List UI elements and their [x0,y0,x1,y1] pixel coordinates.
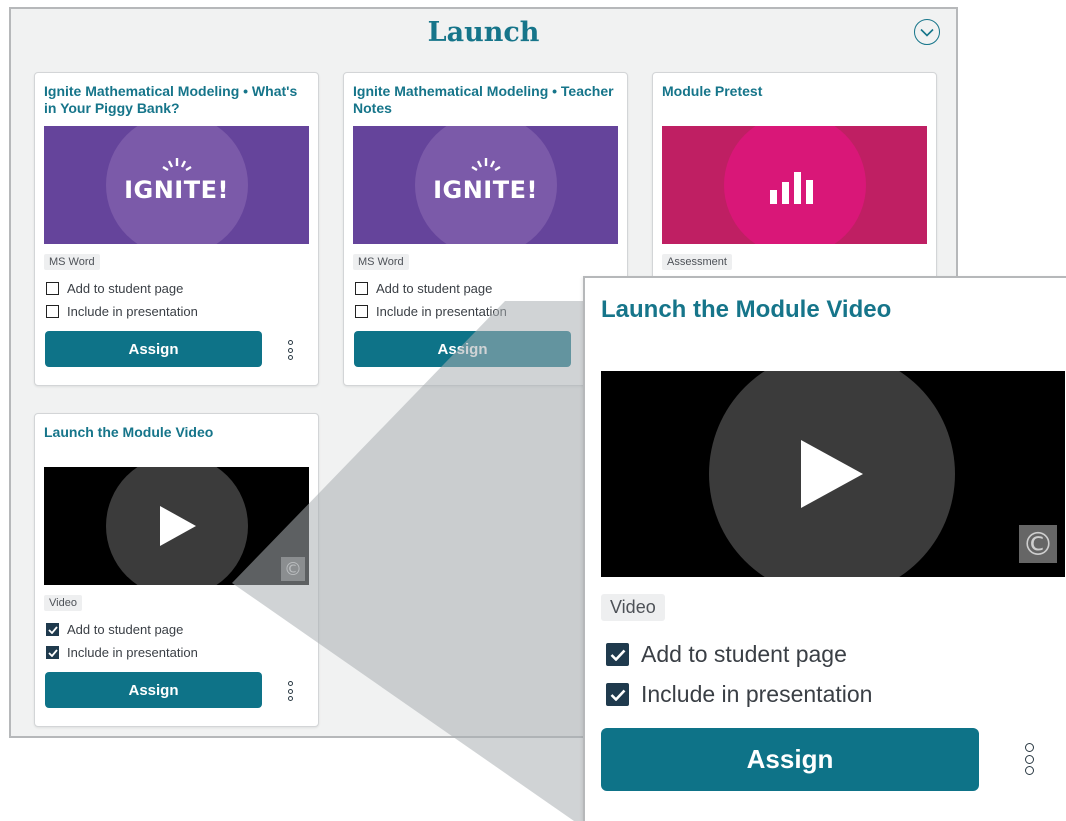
more-options-icon[interactable] [285,340,295,360]
spark-icon [162,158,192,172]
checkbox-label: Include in presentation [67,304,198,319]
checkbox-label: Add to student page [641,641,847,667]
card-title[interactable]: Module Pretest [662,83,924,100]
card-thumbnail[interactable]: © [44,467,309,585]
play-icon [801,440,863,508]
assign-button[interactable]: Assign [601,728,979,791]
resource-type-badge: MS Word [44,254,100,270]
resource-type-badge: Video [601,594,665,621]
add-to-student-page-checkbox[interactable]: Add to student page [46,622,183,637]
card-thumbnail[interactable]: IGNITE! [353,126,618,244]
card-thumbnail[interactable]: IGNITE! [44,126,309,244]
add-to-student-page-checkbox[interactable]: Add to student page [355,281,492,296]
checkbox-label: Include in presentation [67,645,198,660]
checkbox-label: Include in presentation [641,681,873,707]
resource-type-badge: MS Word [353,254,409,270]
zoom-callout: Launch the Module Video © Video Add to s… [583,276,1066,821]
card-title[interactable]: Ignite Mathematical Modeling • What's in… [44,83,306,116]
checkbox-icon [355,305,368,318]
checkbox-icon [46,623,59,636]
include-in-presentation-checkbox[interactable]: Include in presentation [355,304,507,319]
spark-icon [471,158,501,172]
collapse-button[interactable] [914,19,940,45]
checkbox-icon [355,282,368,295]
zoom-video-thumbnail[interactable]: © [601,371,1065,577]
assign-button[interactable]: Assign [45,672,262,708]
zoom-card-title[interactable]: Launch the Module Video [601,296,891,324]
ignite-logo: IGNITE! [124,176,229,204]
resource-type-badge: Assessment [662,254,732,270]
checkbox-icon [46,646,59,659]
checkbox-icon [606,643,629,666]
include-in-presentation-checkbox[interactable]: Include in presentation [606,681,872,708]
card-thumbnail[interactable] [662,126,927,244]
card-title[interactable]: Launch the Module Video [44,424,306,441]
resource-type-badge: Video [44,595,82,611]
checkbox-icon [606,683,629,706]
checkbox-icon [46,305,59,318]
more-options-icon[interactable] [285,681,295,701]
checkbox-label: Add to student page [67,281,184,296]
copyright-icon: © [281,557,305,581]
chevron-down-icon [920,28,934,37]
play-icon [160,506,196,546]
assign-button[interactable]: Assign [45,331,262,367]
checkbox-icon [46,282,59,295]
add-to-student-page-checkbox[interactable]: Add to student page [46,281,183,296]
bar-chart-icon [770,172,813,204]
resource-card-piggy-bank: Ignite Mathematical Modeling • What's in… [34,72,319,386]
include-in-presentation-checkbox[interactable]: Include in presentation [46,645,198,660]
panel-title: Launch [427,17,540,48]
include-in-presentation-checkbox[interactable]: Include in presentation [46,304,198,319]
resource-card-module-video: Launch the Module Video © Video Add to s… [34,413,319,727]
card-title[interactable]: Ignite Mathematical Modeling • Teacher N… [353,83,615,116]
checkbox-label: Add to student page [376,281,493,296]
assign-button[interactable]: Assign [354,331,571,367]
add-to-student-page-checkbox[interactable]: Add to student page [606,641,847,668]
copyright-icon: © [1019,525,1057,563]
checkbox-label: Add to student page [67,622,184,637]
checkbox-label: Include in presentation [376,304,507,319]
ignite-logo: IGNITE! [433,176,538,204]
more-options-icon[interactable] [1022,743,1036,775]
